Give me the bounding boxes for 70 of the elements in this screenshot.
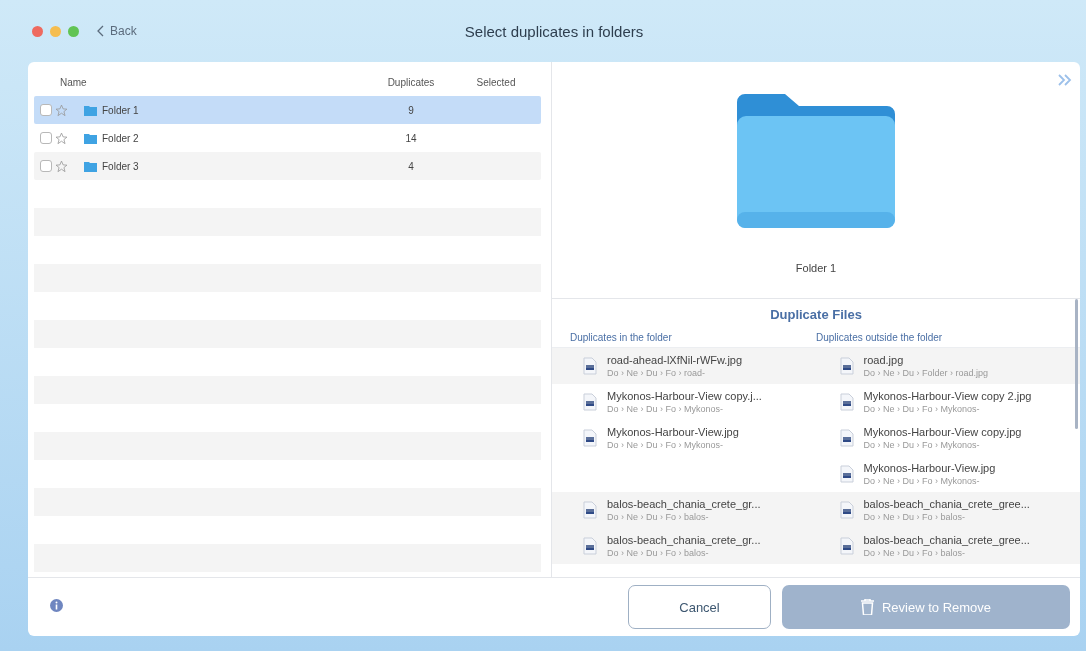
file-name: Mykonos-Harbour-View copy.jpg bbox=[863, 426, 1022, 438]
file-path: Do › Ne › Du › Folder › road.jpg bbox=[863, 368, 989, 378]
back-button[interactable]: Back bbox=[97, 24, 137, 38]
chevron-left-icon bbox=[97, 25, 104, 37]
file-name: balos-beach_chania_crete_gree... bbox=[863, 534, 1030, 546]
file-path: Do › Ne › Du › Fo › balos- bbox=[607, 512, 710, 522]
trash-icon bbox=[860, 599, 874, 615]
image-file-icon bbox=[839, 465, 854, 483]
minimize-button[interactable] bbox=[50, 25, 61, 37]
folder-icon bbox=[84, 132, 97, 144]
file-name: Mykonos-Harbour-View copy.j... bbox=[607, 390, 762, 402]
file-path: Do › Ne › Du › Fo › balos- bbox=[863, 548, 967, 558]
star-icon[interactable] bbox=[55, 103, 68, 117]
file-path: Do › Ne › Du › Fo › Mykonos- bbox=[863, 476, 981, 486]
duplicate-count: 4 bbox=[407, 160, 415, 172]
file-name: road.jpg bbox=[863, 354, 905, 366]
duplicate-count: 9 bbox=[407, 104, 415, 116]
checkbox[interactable] bbox=[40, 160, 52, 172]
folder-icon bbox=[84, 160, 97, 172]
column-header: Duplicates outside the folder bbox=[816, 332, 943, 343]
file-name: balos-beach_chania_crete_gr... bbox=[607, 498, 761, 510]
info-icon[interactable] bbox=[50, 599, 63, 612]
image-file-icon bbox=[583, 393, 597, 411]
duplicate-count: 14 bbox=[404, 132, 418, 144]
column-header: Duplicates in the folder bbox=[570, 332, 672, 343]
star-icon[interactable] bbox=[55, 159, 68, 173]
image-file-icon bbox=[583, 537, 597, 555]
file-name: Mykonos-Harbour-View.jpg bbox=[863, 462, 996, 474]
folder-name: Folder 1 bbox=[795, 262, 837, 274]
zoom-button[interactable] bbox=[68, 25, 79, 37]
folder-icon bbox=[84, 104, 97, 116]
file-name: balos-beach_chania_crete_gree... bbox=[863, 498, 1030, 510]
column-header[interactable]: Selected bbox=[451, 76, 541, 88]
file-path: Do › Ne › Du › Fo › road- bbox=[607, 368, 707, 378]
folder-row[interactable]: Folder 2 14 bbox=[34, 124, 541, 152]
checkbox[interactable] bbox=[40, 104, 52, 116]
file-path: Do › Ne › Du › Fo › balos- bbox=[863, 512, 967, 522]
image-file-icon bbox=[839, 501, 854, 519]
file-path: Do › Ne › Du › Fo › balos- bbox=[607, 548, 710, 558]
folder-icon bbox=[737, 94, 895, 228]
column-header[interactable]: Name bbox=[60, 76, 87, 88]
double-chevron-icon[interactable] bbox=[1058, 74, 1072, 86]
image-file-icon bbox=[583, 501, 597, 519]
window-title: Select duplicates in folders bbox=[464, 22, 644, 40]
section-title: Duplicate Files bbox=[769, 307, 863, 322]
image-file-icon bbox=[583, 429, 597, 447]
file-name: Mykonos-Harbour-View copy 2.jpg bbox=[863, 390, 1032, 402]
star-icon[interactable] bbox=[55, 131, 68, 145]
folder-row[interactable]: Folder 1 9 bbox=[34, 96, 541, 124]
file-path: Do › Ne › Du › Fo › Mykonos- bbox=[607, 404, 725, 414]
image-file-icon bbox=[839, 393, 854, 411]
file-path: Do › Ne › Du › Fo › Mykonos- bbox=[607, 440, 725, 450]
cancel-button[interactable]: Cancel bbox=[628, 585, 771, 629]
checkbox[interactable] bbox=[40, 132, 52, 144]
image-file-icon bbox=[839, 357, 854, 375]
image-file-icon bbox=[839, 537, 854, 555]
image-file-icon bbox=[583, 357, 597, 375]
file-name: road-ahead-lXfNil-rWFw.jpg bbox=[607, 354, 743, 366]
column-header[interactable]: Duplicates bbox=[371, 76, 451, 88]
image-file-icon bbox=[839, 429, 854, 447]
folder-name: Folder 1 bbox=[102, 104, 139, 116]
file-path: Do › Ne › Du › Fo › Mykonos- bbox=[863, 440, 981, 450]
file-name: Mykonos-Harbour-View.jpg bbox=[607, 426, 739, 438]
folder-name: Folder 2 bbox=[102, 132, 139, 144]
scrollbar[interactable] bbox=[1075, 299, 1078, 429]
folder-row[interactable]: Folder 3 4 bbox=[34, 152, 541, 180]
folder-name: Folder 3 bbox=[102, 160, 139, 172]
file-name: balos-beach_chania_crete_gr... bbox=[607, 534, 761, 546]
close-button[interactable] bbox=[32, 25, 43, 37]
file-path: Do › Ne › Du › Fo › Mykonos- bbox=[863, 404, 981, 414]
